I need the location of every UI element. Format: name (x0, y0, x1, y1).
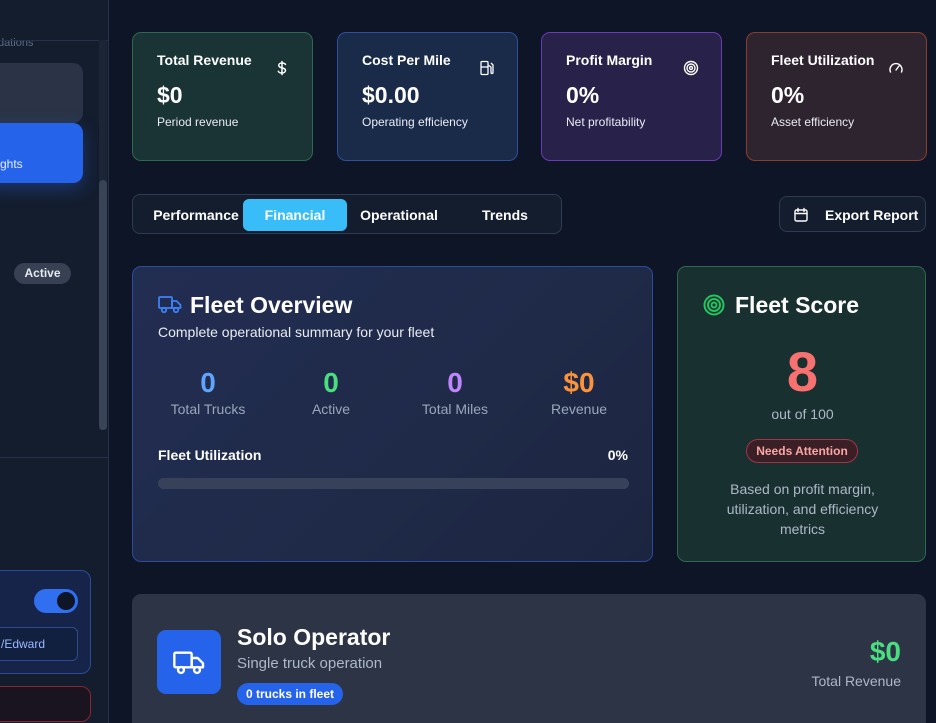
stat-value: 0 (323, 367, 339, 398)
gauge-icon (889, 62, 903, 73)
sidebar-toggle[interactable] (34, 589, 78, 613)
solo-total-revenue-label: Total Revenue (811, 673, 901, 689)
kpi-value: $0.00 (362, 82, 420, 108)
tab-performance[interactable]: Performance (143, 199, 249, 231)
stat-value: $0 (563, 367, 595, 398)
utilization-progress-bar (158, 478, 629, 489)
fleet-score-scale: out of 100 (771, 406, 834, 422)
solo-total-revenue-value: $0 (869, 636, 901, 667)
truck-count-badge: 0 trucks in fleet (237, 683, 343, 705)
sidebar-item[interactable] (0, 63, 83, 123)
kpi-subtitle: Period revenue (157, 115, 239, 129)
stat-value: 0 (447, 367, 463, 398)
tab-trends[interactable]: Trends (453, 199, 557, 231)
report-tabs: Performance Financial Operational Trends (132, 194, 562, 234)
stat-label: Revenue (550, 401, 608, 417)
solo-operator-card: Solo Operator Single truck operation 0 t… (132, 594, 926, 723)
needs-attention-badge: Needs Attention (746, 439, 858, 463)
stat-label: Total Miles (421, 401, 489, 417)
sidebar-item-label: ghts (0, 157, 23, 171)
kpi-title: Profit Margin (566, 52, 653, 68)
kpi-value: $0 (157, 82, 183, 108)
fleet-score-description: Based on profit margin, utilization, and… (726, 481, 879, 537)
tab-operational[interactable]: Operational (347, 199, 451, 231)
app-root: dations ghts Active /Edward Total Revenu… (0, 0, 936, 723)
kpi-subtitle: Net profitability (566, 115, 646, 129)
sidebar-item-selected[interactable]: ghts (0, 123, 83, 183)
sidebar-scrollbar-thumb[interactable] (99, 180, 107, 430)
export-report-label: Export Report (825, 207, 919, 223)
solo-operator-title: Solo Operator (237, 624, 391, 650)
target-icon (703, 294, 725, 316)
fleet-score-title: Fleet Score (735, 292, 859, 318)
fleet-overview-subtitle: Complete operational summary for your fl… (158, 324, 435, 340)
kpi-card-cost-per-mile: Cost Per Mile $0.00 Operating efficiency (337, 32, 518, 161)
kpi-subtitle: Asset efficiency (771, 115, 855, 129)
stat-label: Active (311, 401, 351, 417)
status-badge: Active (14, 263, 71, 284)
utilization-label: Fleet Utilization (158, 447, 262, 463)
stat-value: 0 (200, 367, 216, 398)
kpi-card-total-revenue: Total Revenue $0 Period revenue (132, 32, 313, 161)
fleet-score-card: Fleet Score 8 out of 100 Needs Attention… (677, 266, 926, 562)
stat-label: Total Trucks (170, 401, 246, 417)
kpi-card-fleet-utilization: Fleet Utilization 0% Asset efficiency (746, 32, 927, 161)
fuel-pump-icon (480, 60, 494, 76)
kpi-title: Fleet Utilization (771, 52, 875, 68)
kpi-card-profit-margin: Profit Margin 0% Net profitability (541, 32, 722, 161)
sidebar-divider (0, 40, 108, 41)
export-report-button[interactable]: Export Report (779, 196, 926, 232)
sidebar-danger-button[interactable] (0, 686, 91, 722)
calendar-icon (794, 207, 808, 222)
stat-total-trucks: 0 Total Trucks (158, 367, 258, 417)
tab-financial[interactable]: Financial (243, 199, 347, 231)
target-icon (683, 60, 699, 76)
truck-icon (158, 296, 182, 314)
kpi-title: Cost Per Mile (362, 52, 451, 68)
kpi-title: Total Revenue (157, 52, 252, 68)
sidebar-divider (0, 457, 108, 458)
fleet-score-value: 8 (786, 340, 819, 403)
fleet-overview-title: Fleet Overview (190, 292, 353, 318)
stat-total-miles: 0 Total Miles (405, 367, 505, 417)
dollar-icon (277, 60, 287, 76)
truck-icon (173, 651, 205, 675)
utilization-value: 0% (607, 447, 628, 463)
stat-revenue: $0 Revenue (529, 367, 629, 417)
solo-operator-subtitle: Single truck operation (237, 655, 383, 672)
stat-active: 0 Active (281, 367, 381, 417)
kpi-subtitle: Operating efficiency (362, 115, 468, 129)
solo-operator-icon-box (157, 630, 221, 694)
sidebar-text-field[interactable]: /Edward (0, 627, 78, 661)
fleet-overview-card: Fleet Overview Complete operational summ… (132, 266, 653, 562)
kpi-value: 0% (566, 82, 600, 108)
kpi-value: 0% (771, 82, 805, 108)
sidebar-section-label: dations (0, 37, 34, 49)
